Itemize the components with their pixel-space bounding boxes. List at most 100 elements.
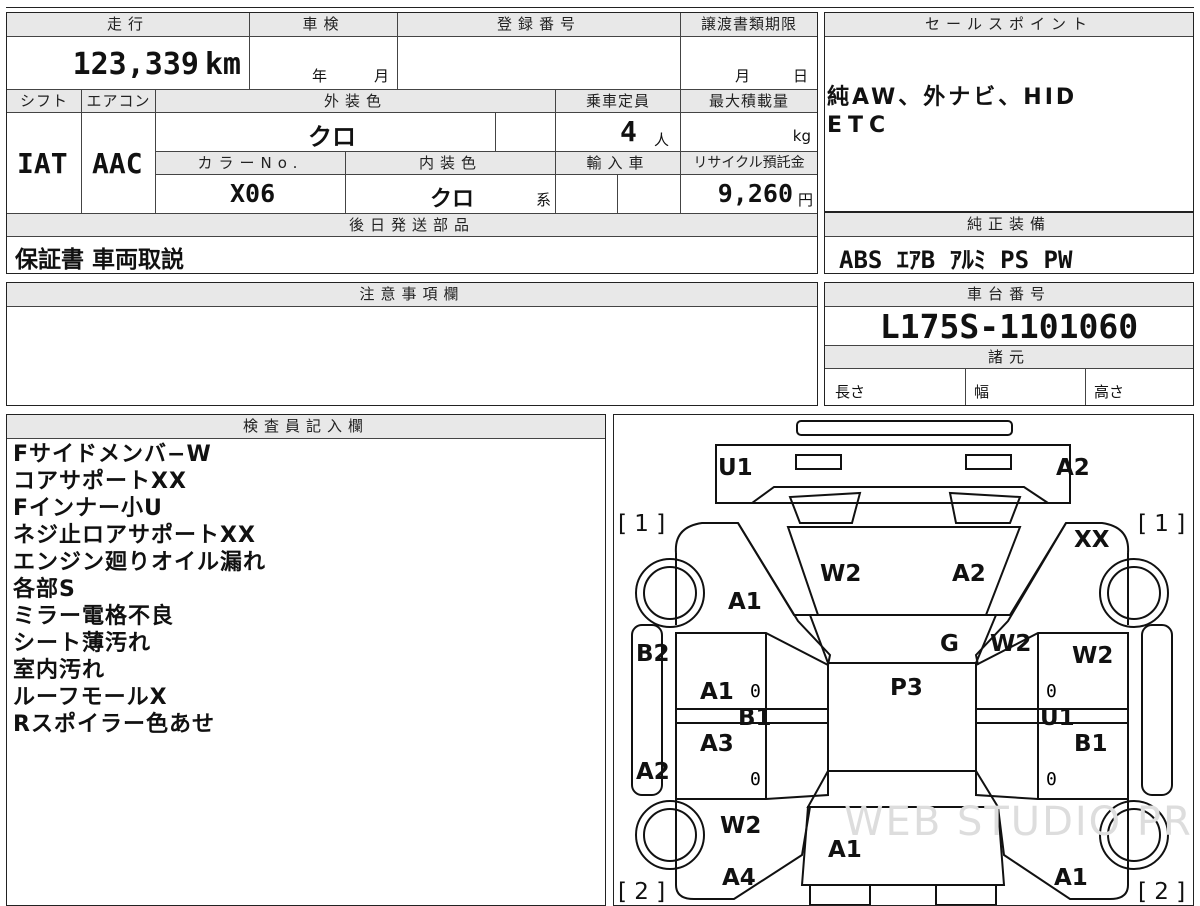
inspector-notes: Fサイドメンバ−W コアサポートXX Fインナー小U ネジ止ロアサポートXX エ… (13, 441, 266, 738)
chassis-header: 車台番号 (825, 283, 1193, 307)
equipment-header: 純正装備 (825, 213, 1193, 237)
mileage-value: 123,339 (72, 47, 199, 82)
mileage-unit: km (204, 47, 241, 82)
inspection-cell: 年 月 (249, 37, 397, 89)
capacity-cell: 4 人 (555, 113, 680, 151)
color-no-header: カラーNo. (155, 151, 345, 175)
mileage-header: 走行 (7, 13, 249, 37)
color-no-value: X06 (230, 179, 276, 208)
corner-rear-left: [ 2 ] (618, 879, 665, 905)
mark-right-front-door: W2 (1072, 643, 1113, 669)
shift-cell: IAT (7, 113, 81, 213)
mark-hood-right: A2 (952, 561, 986, 587)
inspection-year-unit: 年 (312, 67, 328, 85)
spec-width: 幅 (974, 383, 990, 401)
mark-left-rear-corner: A4 (722, 865, 756, 891)
shift-value: IAT (17, 147, 68, 180)
capacity-value: 4 (620, 115, 637, 148)
mark-left-quarter: W2 (720, 813, 761, 839)
inspector-box: 検査員記入欄 Fサイドメンバ−W コアサポートXX Fインナー小U ネジ止ロアサ… (6, 414, 606, 906)
mark-hood-left: W2 (820, 561, 861, 587)
capacity-unit: 人 (654, 131, 670, 149)
aircon-header: エアコン (81, 89, 155, 113)
inspector-note: ネジ止ロアサポートXX (13, 523, 256, 548)
exterior-color-extra-cell (495, 113, 555, 151)
caution-box: 注意事項欄 (6, 282, 818, 406)
import-cell (555, 175, 617, 213)
interior-color-cell: クロ 系 (345, 175, 555, 213)
inspection-header: 車検 (249, 13, 397, 37)
mark-front-right-corner: A2 (1056, 455, 1090, 481)
transfer-month-unit: 月 (735, 67, 751, 85)
car-diagram: [ 1 ] [ 1 ] [ 2 ] [ 2 ] U1 A2 XX W2 A2 A… (618, 420, 1193, 905)
exterior-color-value: クロ (308, 123, 356, 151)
chassis-box: 車台番号 L175S-1101060 諸元 長さ 幅 高さ (824, 282, 1194, 406)
transfer-deadline-cell: 月 日 (680, 37, 817, 89)
recycle-header: リサイクル預託金 (680, 151, 817, 175)
inspection-month-unit: 月 (374, 67, 390, 85)
top-strip (6, 0, 1194, 8)
recycle-cell: 9,260 円 (680, 175, 817, 213)
mark-right-sill: U1 (1040, 705, 1075, 731)
import-cell-2 (617, 175, 680, 213)
inspector-note: シート薄汚れ (13, 631, 152, 656)
sales-points-line-2: ETC (827, 113, 892, 138)
door-mark: 0 (750, 681, 761, 702)
registration-header: 登録番号 (397, 13, 680, 37)
corner-front-right: [ 1 ] (1138, 511, 1185, 537)
max-load-cell: kg (680, 113, 817, 151)
interior-color-value: クロ (430, 187, 475, 212)
caution-header: 注意事項欄 (7, 283, 817, 307)
vehicle-info-table: 走行 車検 登録番号 譲渡書類期限 123,339 km 年 月 月 日 シフト… (6, 12, 818, 274)
shift-header: シフト (7, 89, 81, 113)
mark-left-rear-door: A3 (700, 731, 734, 757)
mark-left-rear-pillar: A2 (636, 759, 670, 785)
max-load-header: 最大積載量 (680, 89, 817, 113)
mark-windshield-right: W2 (990, 631, 1031, 657)
interior-color-header: 内装色 (345, 151, 555, 175)
recycle-unit: 円 (797, 191, 813, 209)
corner-rear-right: [ 2 ] (1138, 879, 1185, 905)
mark-left-sill: B1 (738, 705, 772, 731)
inspector-note: コアサポートXX (13, 469, 187, 494)
max-load-unit: kg (792, 127, 811, 145)
mark-windshield: G (940, 631, 959, 657)
inspector-note: Rスポイラー色あせ (13, 712, 215, 737)
spec-height: 高さ (1094, 383, 1125, 401)
inspector-note: ミラー電格不良 (13, 604, 175, 629)
spec-length: 長さ (835, 383, 866, 401)
corner-front-left: [ 1 ] (618, 511, 665, 537)
chassis-number: L175S-1101060 (879, 307, 1139, 346)
mark-front-right-fender: XX (1074, 527, 1110, 553)
door-mark: 0 (1046, 681, 1057, 702)
watermark: WEB STUDIO PRO (844, 799, 1193, 845)
mark-right-rear-door: B1 (1074, 731, 1108, 757)
transfer-day-unit: 日 (793, 67, 809, 85)
import-header: 輸入車 (555, 151, 680, 175)
equipment-value: ABS ｴｱB ｱﾙﾐ PS PW (839, 246, 1073, 274)
exterior-color-header: 外装色 (155, 89, 555, 113)
mark-left-front-door: A1 (700, 679, 734, 705)
capacity-header: 乗車定員 (555, 89, 680, 113)
recycle-value: 9,260 (717, 179, 793, 208)
inspector-header: 検査員記入欄 (7, 415, 605, 439)
inspector-note: ルーフモールX (13, 685, 168, 710)
interior-color-suffix: 系 (536, 191, 552, 209)
inspector-note: 室内汚れ (13, 658, 106, 683)
mark-right-rear-corner: A1 (1054, 865, 1088, 891)
equipment-box: 純正装備 ABS ｴｱB ｱﾙﾐ PS PW (824, 212, 1194, 274)
mark-front-left-corner: U1 (718, 455, 753, 481)
transfer-deadline-header: 譲渡書類期限 (680, 13, 817, 37)
aircon-cell: AAC (81, 113, 155, 213)
inspector-note: エンジン廻りオイル漏れ (13, 550, 267, 575)
mark-left-pillar: B2 (636, 641, 670, 667)
inspector-note: 各部S (13, 577, 76, 602)
sales-points-header: セールスポイント (825, 13, 1193, 37)
inspector-note: Fサイドメンバ−W (13, 442, 212, 467)
mark-roof: P3 (890, 675, 923, 701)
spec-height-cell: 高さ (1085, 369, 1193, 405)
specs-header: 諸元 (825, 345, 1193, 369)
mark-left-fender: A1 (728, 589, 762, 615)
door-mark: 0 (1046, 769, 1057, 790)
registration-cell (397, 37, 680, 89)
